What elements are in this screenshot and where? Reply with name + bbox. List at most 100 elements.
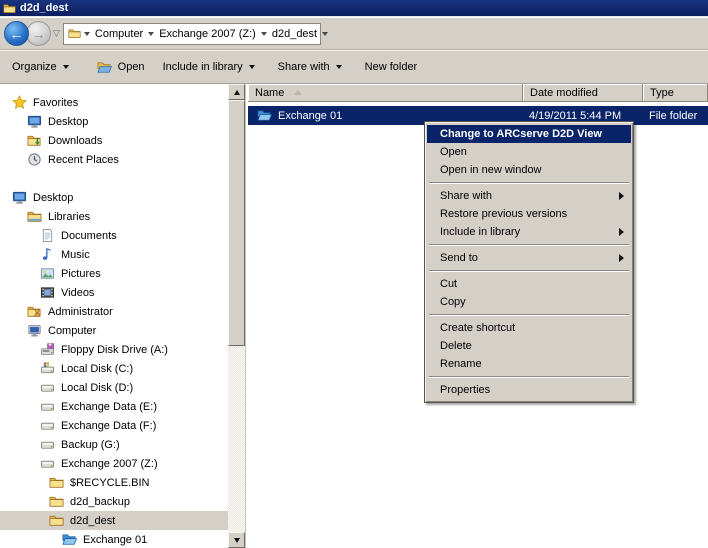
open-button[interactable]: Open	[97, 60, 145, 75]
column-label: Date modified	[530, 86, 598, 99]
downloads-icon	[27, 133, 42, 148]
open-folder-blue-icon	[62, 532, 77, 547]
sidebar-item-label: Computer	[48, 324, 97, 337]
menu-item-send-to[interactable]: Send to	[427, 249, 631, 267]
scrollbar-thumb[interactable]	[228, 100, 245, 346]
sidebar-item-label: d2d_dest	[70, 514, 116, 527]
menu-item-create-shortcut[interactable]: Create shortcut	[427, 319, 631, 337]
scroll-down-button[interactable]	[228, 532, 245, 548]
breadcrumb-d2d-dest[interactable]: d2d_dest	[270, 28, 319, 40]
recent-pages-dropdown[interactable]: ▽	[53, 28, 60, 39]
folder-icon	[49, 494, 64, 509]
sidebar-item-label: Exchange Data (F:)	[61, 419, 157, 432]
sidebar-item-administrator[interactable]: Administrator	[0, 302, 228, 321]
column-header-date-modified[interactable]: Date modified	[523, 84, 643, 102]
sidebar-item-label: Exchange Data (E:)	[61, 400, 157, 413]
sidebar-item-documents[interactable]: Documents	[0, 226, 228, 245]
menu-item-include-in-library[interactable]: Include in library	[427, 223, 631, 241]
context-menu: Change to ARCserve D2D View Open Open in…	[424, 121, 634, 403]
sidebar-item-label: Downloads	[48, 134, 103, 147]
column-header-type[interactable]: Type	[643, 84, 708, 102]
menu-item-open-in-new-window[interactable]: Open in new window	[427, 161, 631, 179]
chevron-down-icon[interactable]	[260, 31, 267, 36]
tree-scrollbar[interactable]	[228, 84, 245, 548]
address-bar: ← → ▽ Computer Exchange 2007 (Z:) d2d_de…	[0, 18, 708, 50]
menu-item-label: Include in library	[440, 226, 521, 238]
sidebar-item-desktop-favorite[interactable]: Desktop	[0, 112, 228, 131]
sidebar-item-downloads[interactable]: Downloads	[0, 131, 228, 150]
sidebar-item-videos[interactable]: Videos	[0, 283, 228, 302]
sidebar-item-d2d-dest[interactable]: d2d_dest	[0, 511, 228, 530]
folder-icon	[49, 475, 64, 490]
folder-icon	[3, 2, 16, 15]
sidebar-item-exchange-01[interactable]: Exchange 01	[0, 530, 228, 548]
submenu-arrow-icon	[619, 254, 624, 262]
menu-item-rename[interactable]: Rename	[427, 355, 631, 373]
open-folder-icon	[97, 60, 112, 75]
back-button[interactable]: ←	[4, 21, 29, 46]
scroll-up-button[interactable]	[228, 84, 245, 100]
sidebar-item-exchange-data-e[interactable]: Exchange Data (E:)	[0, 397, 228, 416]
pictures-icon	[40, 266, 55, 281]
triangle-down-icon	[233, 537, 240, 543]
sidebar-item-label: Videos	[61, 286, 95, 299]
menu-item-cut[interactable]: Cut	[427, 275, 631, 293]
menu-item-restore-previous-versions[interactable]: Restore previous versions	[427, 205, 631, 223]
menu-item-delete[interactable]: Delete	[427, 337, 631, 355]
open-folder-blue-icon	[257, 108, 272, 123]
breadcrumb[interactable]: Computer Exchange 2007 (Z:) d2d_dest	[62, 22, 329, 45]
menu-item-open[interactable]: Open	[427, 143, 631, 161]
sidebar-item-exchange-data-f[interactable]: Exchange Data (F:)	[0, 416, 228, 435]
sidebar-item-label: Exchange 01	[83, 533, 148, 546]
menu-item-properties[interactable]: Properties	[427, 381, 631, 399]
sidebar-item-recent-places[interactable]: Recent Places	[0, 150, 228, 169]
forward-button[interactable]: →	[26, 21, 51, 46]
sidebar-item-libraries[interactable]: Libraries	[0, 207, 228, 226]
new-folder-button[interactable]: New folder	[365, 61, 418, 73]
folder-icon	[49, 513, 64, 528]
column-header-name[interactable]: Name	[248, 84, 523, 102]
sidebar-item-favorites[interactable]: Favorites	[0, 93, 228, 112]
sidebar-item-label: Music	[61, 248, 90, 261]
menu-item-copy[interactable]: Copy	[427, 293, 631, 311]
sidebar-item-recycle-bin[interactable]: $RECYCLE.BIN	[0, 473, 228, 492]
sidebar-item-floppy-a[interactable]: Floppy Disk Drive (A:)	[0, 340, 228, 359]
sidebar-item-computer[interactable]: Computer	[0, 321, 228, 340]
sidebar-item-d2d-backup[interactable]: d2d_backup	[0, 492, 228, 511]
sidebar-item-label: Backup (G:)	[61, 438, 120, 451]
sidebar-item-label: Desktop	[33, 191, 74, 204]
sidebar-item-label: Favorites	[33, 96, 79, 109]
floppy-drive-icon	[40, 342, 55, 357]
breadcrumb-computer[interactable]: Computer	[93, 28, 145, 40]
sidebar-item-label: Administrator	[48, 305, 113, 318]
sidebar-item-backup-g[interactable]: Backup (G:)	[0, 435, 228, 454]
chevron-down-icon[interactable]	[148, 31, 155, 36]
menu-item-share-with[interactable]: Share with	[427, 187, 631, 205]
sidebar-item-local-disk-d[interactable]: Local Disk (D:)	[0, 378, 228, 397]
sidebar-item-label: d2d_backup	[70, 495, 130, 508]
folder-icon	[68, 27, 81, 40]
include-in-library-button[interactable]: Include in library	[163, 61, 255, 73]
music-icon	[40, 247, 55, 262]
breadcrumb-exchange-2007-z[interactable]: Exchange 2007 (Z:)	[157, 28, 258, 40]
monitor-icon	[12, 190, 27, 205]
drive-icon	[40, 380, 55, 395]
sidebar-item-desktop[interactable]: Desktop	[0, 188, 228, 207]
sidebar-item-music[interactable]: Music	[0, 245, 228, 264]
menu-separator	[429, 244, 629, 246]
tree-group-spacer	[0, 169, 228, 188]
sidebar-item-pictures[interactable]: Pictures	[0, 264, 228, 283]
menu-item-change-to-arcserve-d2d-view[interactable]: Change to ARCserve D2D View	[427, 125, 631, 143]
organize-button[interactable]: Organize	[12, 61, 69, 73]
sidebar-item-label: Floppy Disk Drive (A:)	[61, 343, 168, 356]
share-with-button[interactable]: Share with	[278, 61, 342, 73]
chevron-down-icon[interactable]	[322, 31, 329, 36]
menu-item-label: Share with	[440, 190, 492, 202]
sidebar-item-exchange-2007-z[interactable]: Exchange 2007 (Z:)	[0, 454, 228, 473]
chevron-down-icon	[62, 65, 69, 69]
sidebar-item-local-disk-c[interactable]: Local Disk (C:)	[0, 359, 228, 378]
computer-icon	[27, 323, 42, 338]
drive-icon	[40, 399, 55, 414]
chevron-down-icon[interactable]	[83, 31, 90, 36]
forward-arrow-icon: →	[31, 25, 46, 42]
